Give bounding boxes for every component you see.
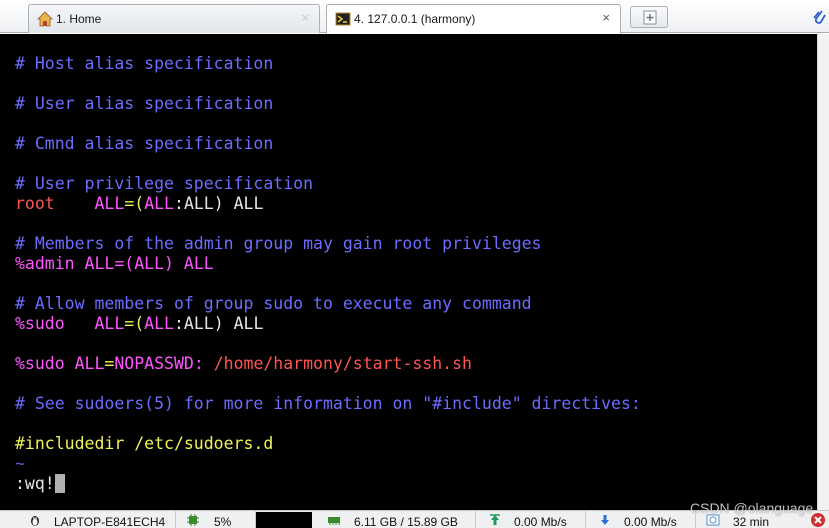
status-memory[interactable]: 6.11 GB / 15.89 GB bbox=[312, 511, 476, 528]
watermark: CSDN @olanguage bbox=[690, 500, 814, 516]
tab-home[interactable]: 1. Home × bbox=[28, 4, 320, 33]
tab-bar: 1. Home × 4. 127.0.0.1 (harmony) × bbox=[0, 0, 829, 34]
terminal-icon bbox=[335, 12, 351, 26]
close-icon[interactable]: × bbox=[301, 10, 309, 25]
terminal-line: %sudo ALL=NOPASSWD: /home/harmony/start-… bbox=[15, 354, 472, 374]
operator: : bbox=[173, 314, 184, 333]
cpu-icon bbox=[187, 514, 199, 526]
download-speed: 0.00 Mb/s bbox=[624, 515, 677, 528]
terminal-line: # User alias specification bbox=[15, 94, 274, 113]
tab-harmony[interactable]: 4. 127.0.0.1 (harmony) × bbox=[326, 4, 621, 34]
download-arrow-icon bbox=[601, 515, 609, 525]
status-host[interactable]: LAPTOP-E841ECH4 bbox=[0, 511, 176, 528]
linux-icon bbox=[31, 516, 39, 526]
tab-home-label: 1. Home bbox=[56, 12, 102, 26]
hostname: LAPTOP-E841ECH4 bbox=[54, 515, 166, 528]
keyword-all: ALL bbox=[74, 354, 105, 373]
keyword-all: =(ALL) ALL bbox=[114, 254, 214, 273]
close-icon[interactable]: × bbox=[602, 10, 610, 25]
group-spec: %sudo bbox=[15, 354, 65, 373]
keyword-all: ALL bbox=[94, 194, 125, 213]
scrollbar[interactable] bbox=[817, 34, 829, 510]
keyword-nopasswd: NOPASSWD: bbox=[114, 354, 204, 373]
terminal-line: # Cmnd alias specification bbox=[15, 134, 274, 153]
operator: =( bbox=[124, 314, 145, 333]
terminal-line: %admin ALL=(ALL) ALL bbox=[15, 254, 214, 274]
command-path: /home/harmony/start-ssh.sh bbox=[213, 354, 472, 373]
new-tab-button[interactable] bbox=[630, 6, 668, 28]
memory-icon bbox=[328, 517, 340, 525]
operator: = bbox=[104, 354, 115, 373]
terminal-line: # Host alias specification bbox=[15, 54, 274, 73]
keyword-all: ALL) ALL bbox=[183, 314, 264, 333]
upload-speed: 0.00 Mb/s bbox=[514, 515, 567, 528]
plus-icon bbox=[643, 10, 657, 25]
terminal-line: # See sudoers(5) for more information on… bbox=[15, 394, 641, 413]
status-download[interactable]: 0.00 Mb/s bbox=[586, 511, 696, 528]
text-cursor bbox=[54, 474, 65, 493]
keyword-all: ALL bbox=[84, 254, 115, 273]
uptime: 32 min bbox=[733, 515, 770, 528]
memory-usage: 6.11 GB / 15.89 GB bbox=[354, 515, 458, 528]
home-icon bbox=[37, 11, 53, 27]
empty-line-marker: ~ bbox=[15, 454, 25, 473]
terminal-output[interactable]: # Host alias specification # User alias … bbox=[0, 34, 817, 510]
tab-harmony-label: 4. 127.0.0.1 (harmony) bbox=[354, 12, 476, 26]
paperclip-icon[interactable] bbox=[811, 6, 827, 26]
terminal-line: root ALL=(ALL:ALL) ALL bbox=[15, 194, 263, 214]
upload-arrow-icon bbox=[490, 514, 500, 525]
terminal-line: %sudo ALL=(ALL:ALL) ALL bbox=[15, 314, 263, 334]
operator: =( bbox=[124, 194, 145, 213]
operator: : bbox=[174, 194, 184, 213]
status-cpu[interactable]: 5% bbox=[176, 511, 256, 528]
cpu-usage: 5% bbox=[214, 515, 232, 528]
spacing bbox=[65, 314, 95, 333]
terminal-line: # Allow members of group sudo to execute… bbox=[15, 294, 532, 313]
keyword-all: ALL bbox=[144, 194, 174, 213]
vim-command: :wq! bbox=[15, 474, 55, 493]
keyword-all: ALL bbox=[144, 314, 174, 333]
spacing bbox=[55, 194, 95, 213]
group-spec: %admin bbox=[15, 254, 75, 273]
keyword-all: ALL bbox=[94, 314, 125, 333]
group-spec: %sudo bbox=[15, 314, 65, 333]
terminal-line: # User privilege specification bbox=[15, 174, 314, 193]
cpu-graph bbox=[256, 512, 312, 528]
terminal-line: # Members of the admin group may gain ro… bbox=[15, 234, 542, 253]
command-line[interactable]: :wq! bbox=[15, 474, 65, 494]
status-upload[interactable]: 0.00 Mb/s bbox=[476, 511, 586, 528]
user-spec: root bbox=[15, 194, 55, 213]
terminal-line: #includedir /etc/sudoers.d bbox=[15, 434, 274, 453]
keyword-all: ALL) ALL bbox=[183, 194, 264, 213]
